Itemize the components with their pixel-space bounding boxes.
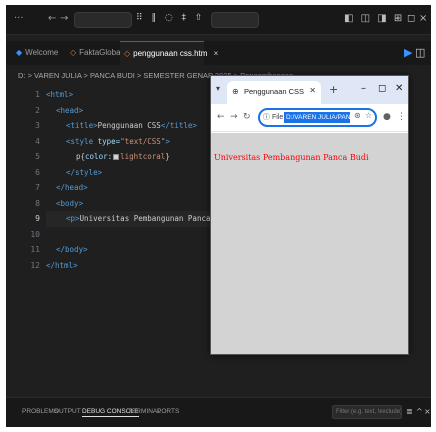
code-token: </style> — [66, 167, 103, 177]
line-number-gutter: 1 2 3 4 5 6 7 8 9 10 11 12 — [6, 87, 44, 273]
site-info-label: File — [271, 114, 284, 121]
close-icon[interactable]: ✕ — [395, 83, 403, 94]
tab-welcome[interactable]: ◆ Welcome — [12, 41, 60, 65]
code-token: <body> — [56, 198, 84, 208]
close-panel-icon[interactable]: × — [424, 407, 431, 416]
line-number: 4 — [35, 136, 40, 146]
run-icon[interactable]: ▶ — [404, 46, 412, 59]
globe-icon: ⊕ — [232, 87, 239, 96]
html-icon: ◇ — [124, 49, 131, 58]
page-viewport: Universitas Pembangunan Panca Budi — [211, 133, 408, 354]
reload-icon[interactable]: ↻ — [243, 112, 251, 122]
new-tab-button[interactable]: + — [329, 83, 338, 96]
code-token: </head> — [56, 183, 88, 192]
code-token: </title> — [160, 121, 197, 130]
split-editor-icon[interactable]: ◫ — [415, 46, 425, 59]
tab-problems[interactable]: PROBLEMS — [22, 408, 58, 415]
line-number: 10 — [30, 229, 40, 239]
line-number: 12 — [30, 260, 40, 270]
line-number: 7 — [35, 183, 40, 192]
code-token: </body> — [56, 245, 88, 254]
browser-tab-title: Penggunaan CSS — [244, 87, 305, 96]
code-token: > — [165, 136, 170, 146]
filter-input[interactable]: Filter (e.g. text, !exclude) — [332, 405, 402, 419]
editor-tabs: ◆ Welcome ◇ FaktaGlobal ◇ penggunaan css.ht… — [6, 41, 431, 65]
tab-output[interactable]: OUTPUT — [54, 408, 81, 415]
code-token: lightcoral — [120, 152, 166, 161]
translate-icon[interactable]: ⊛ — [354, 111, 361, 120]
title-bar: ··· ← → ⠿ ‖ ◌ ‡ ⇧ ⊃ ◧˅ ◧ ◫ ◨ ⊞ – ◻ × — [6, 5, 431, 35]
minimize-icon[interactable]: – — [395, 13, 400, 24]
tab-ports[interactable]: PORTS — [157, 408, 179, 415]
code-token: "text/CSS" — [120, 136, 166, 146]
close-icon[interactable]: × — [419, 13, 427, 24]
site-info-button[interactable]: ⓘ File — [263, 112, 283, 122]
close-tab-icon[interactable]: × — [214, 49, 219, 58]
line-number: 2 — [35, 105, 40, 115]
line-number: 8 — [35, 198, 40, 208]
clear-console-icon[interactable]: ≣ — [406, 407, 413, 416]
vscode-icon: ◆ — [16, 48, 23, 57]
maximize-icon[interactable]: ◻ — [407, 13, 415, 24]
back-arrow-icon[interactable]: ← — [48, 13, 56, 25]
command-box[interactable] — [211, 12, 259, 28]
code-token: <p> — [66, 214, 80, 223]
code-token: <html> — [46, 90, 74, 99]
line-number: 3 — [35, 121, 40, 130]
line-number: 1 — [35, 90, 40, 99]
more-vert-icon[interactable]: ⋮ — [397, 112, 406, 122]
url-text[interactable]: D:/VAREN JULIA/PANCA BUDI/SEMESTER GENAP… — [284, 112, 350, 123]
bottom-panel: PROBLEMS OUTPUT DEBUG CONSOLE TERMINAL P… — [6, 397, 431, 427]
command-center[interactable] — [74, 12, 132, 28]
line-number: 11 — [30, 245, 40, 254]
tab-label: FaktaGlobal — [79, 48, 123, 57]
tab-label: penggunaan css.htm — [133, 49, 208, 58]
chevron-up-icon[interactable]: ^ — [416, 407, 423, 416]
tab-penggunaan-css[interactable]: ◇ penggunaan css.htm × — [120, 41, 218, 65]
tab-terminal[interactable]: TERMINAL — [128, 408, 161, 415]
profile-icon[interactable]: ● — [383, 112, 391, 122]
code-token: <title> — [66, 121, 98, 130]
minimize-icon[interactable]: – — [361, 83, 366, 94]
ellipsis-icon[interactable]: ··· — [14, 13, 24, 25]
forward-arrow-icon[interactable]: → — [60, 13, 68, 25]
browser-tab-strip: ▾ ⊕ Penggunaan CSS ✕ + – ◻ ✕ — [211, 76, 408, 104]
tab-label: Welcome — [25, 48, 59, 57]
tab-faktaglobal[interactable]: ◇ FaktaGlobal — [66, 41, 123, 65]
browser-window: ▾ ⊕ Penggunaan CSS ✕ + – ◻ ✕ ← → ↻ ⓘ Fil… — [210, 75, 409, 355]
code-token: Penggunaan CSS — [97, 121, 161, 130]
line-number: 5 — [35, 152, 40, 161]
close-tab-icon[interactable]: ✕ — [309, 86, 316, 95]
code-token: color: — [85, 152, 113, 161]
tab-search-icon[interactable]: ▾ — [216, 84, 220, 93]
page-paragraph: Universitas Pembangunan Panca Budi — [214, 153, 369, 162]
color-swatch-icon[interactable] — [113, 154, 120, 160]
bookmark-star-icon[interactable]: ☆ — [365, 111, 372, 120]
browser-tab[interactable]: ⊕ Penggunaan CSS ✕ — [227, 81, 321, 104]
code-token: } — [165, 152, 170, 161]
code-token: type= — [97, 136, 121, 146]
address-bar[interactable]: ⓘ File D:/VAREN JULIA/PANCA BUDI/SEMESTE… — [258, 108, 377, 127]
html-icon: ◇ — [70, 48, 77, 57]
back-arrow-icon[interactable]: ← — [217, 112, 225, 122]
code-token: <style — [66, 136, 98, 146]
forward-arrow-icon[interactable]: → — [230, 112, 238, 122]
code-token: </html> — [46, 260, 78, 270]
maximize-icon[interactable]: ◻ — [378, 83, 386, 94]
browser-toolbar: ← → ↻ ⓘ File D:/VAREN JULIA/PANCA BUDI/S… — [211, 104, 408, 132]
code-token: p{ — [76, 152, 86, 161]
code-token: <head> — [56, 105, 84, 115]
line-number: 9 — [35, 214, 40, 223]
line-number: 6 — [35, 167, 40, 177]
